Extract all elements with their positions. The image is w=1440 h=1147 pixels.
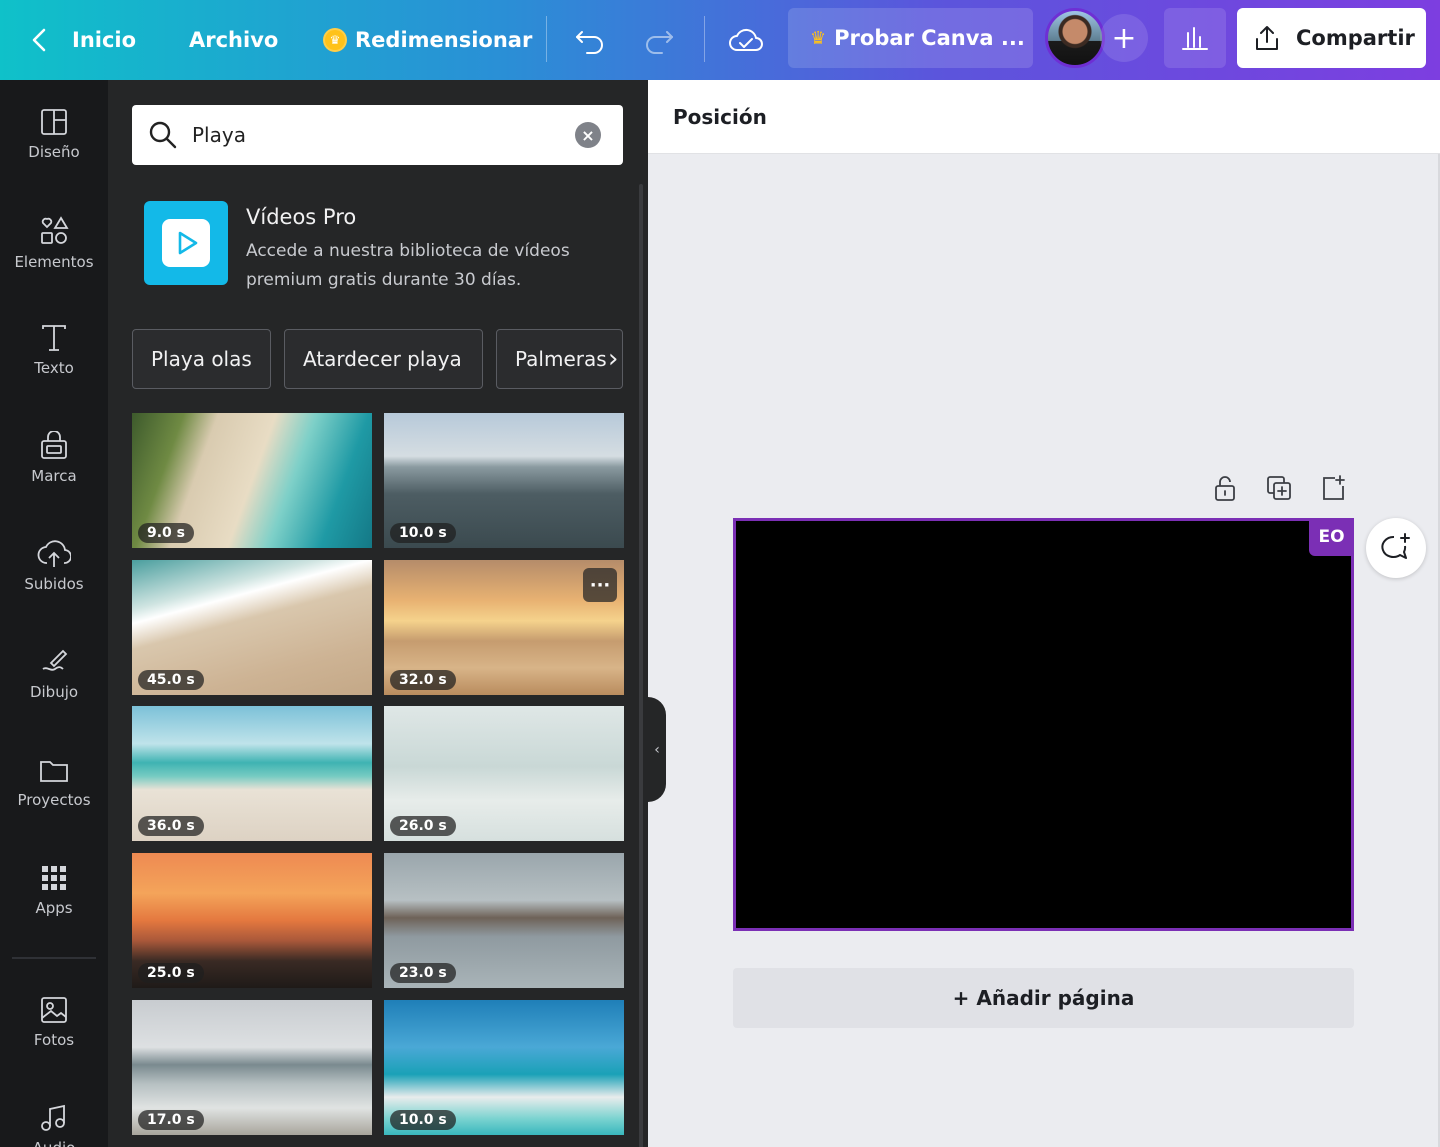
home-button[interactable]: Inicio (72, 0, 136, 80)
video-thumbnail[interactable]: 36.0 s (132, 706, 372, 841)
duration-badge: 32.0 s (390, 670, 456, 690)
duration-badge: 45.0 s (138, 670, 204, 690)
add-comment-icon[interactable] (1366, 518, 1426, 578)
crown-icon: ♛ (810, 27, 827, 49)
cloud-saved-icon[interactable] (728, 22, 764, 58)
left-nav-rail: Diseño Elementos Texto Marca Subidos Dib… (0, 80, 108, 1147)
promo-title[interactable]: Vídeos Pro (246, 205, 356, 229)
share-button[interactable]: Compartir (1237, 8, 1426, 68)
rail-item-apps[interactable]: Apps (0, 863, 108, 953)
resize-label: Redimensionar (355, 28, 533, 52)
design-canvas[interactable]: EO (733, 518, 1354, 931)
video-play-icon[interactable] (144, 201, 228, 285)
cloud-upload-icon (37, 540, 71, 567)
share-icon (1256, 26, 1278, 50)
rail-label: Proyectos (17, 791, 91, 809)
chip-palmeras[interactable]: Palmeras (496, 329, 623, 389)
divider (704, 16, 705, 62)
clear-search-icon[interactable]: × (575, 122, 601, 148)
resize-button[interactable]: ♛ Redimensionar (323, 0, 532, 80)
editor-workspace: Posición EO + Añadir página (648, 80, 1440, 1147)
layout-icon (41, 109, 67, 135)
duration-badge: 10.0 s (390, 523, 456, 543)
try-canva-pro-button[interactable]: ♛ Probar Canva ... (788, 8, 1033, 68)
add-page-button[interactable]: + Añadir página (733, 968, 1354, 1028)
rail-item-audio[interactable]: Audio (0, 1103, 108, 1147)
video-thumbnail[interactable]: 26.0 s (384, 706, 624, 841)
video-thumbnail[interactable]: 45.0 s (132, 560, 372, 695)
rail-item-elements[interactable]: Elementos (0, 215, 108, 305)
rail-label: Texto (34, 359, 74, 377)
lock-icon[interactable] (1210, 473, 1240, 503)
file-menu-button[interactable]: Archivo (189, 0, 278, 80)
rail-item-text[interactable]: Texto (0, 323, 108, 413)
video-thumbnail[interactable]: 17.0 s (132, 1000, 372, 1135)
rail-item-projects[interactable]: Proyectos (0, 755, 108, 845)
search-input[interactable] (192, 123, 552, 147)
folder-icon (40, 761, 68, 782)
duration-badge: 23.0 s (390, 963, 456, 983)
rail-item-brand[interactable]: Marca (0, 431, 108, 521)
redo-icon[interactable] (641, 22, 677, 58)
promo-description: Accede a nuestra biblioteca de vídeos pr… (246, 241, 570, 290)
search-icon (149, 121, 177, 149)
share-label: Compartir (1296, 26, 1415, 50)
crown-icon: ♛ (323, 28, 347, 52)
rail-label: Fotos (33, 1031, 75, 1049)
draw-icon (42, 649, 68, 671)
avatar[interactable] (1045, 8, 1105, 68)
rail-label: Marca (31, 467, 77, 485)
bar-chart-icon (1182, 27, 1208, 50)
top-bar: Inicio Archivo ♛ Redimensionar ♛ Probar … (0, 0, 1440, 80)
brand-icon (41, 431, 67, 459)
rail-label: Diseño (28, 143, 80, 161)
panel-scrollbar[interactable] (639, 184, 643, 1147)
position-button[interactable]: Posición (673, 105, 767, 129)
duration-badge: 10.0 s (390, 1110, 456, 1130)
duration-badge: 26.0 s (390, 816, 456, 836)
more-options-icon[interactable]: ··· (583, 568, 617, 602)
music-icon (41, 1104, 65, 1131)
chip-atardecer-playa[interactable]: Atardecer playa (284, 329, 483, 389)
video-thumbnail[interactable]: 9.0 s (132, 413, 372, 548)
video-thumbnail[interactable]: 10.0 s (384, 413, 624, 548)
collaborator-badge[interactable]: EO (1309, 518, 1354, 556)
chevron-left-icon[interactable] (30, 0, 48, 80)
insights-button[interactable] (1164, 8, 1226, 68)
image-icon (41, 997, 67, 1023)
rail-label: Audio (33, 1139, 76, 1147)
add-page-icon[interactable] (1318, 473, 1348, 503)
rail-label: Apps (35, 899, 73, 917)
videos-panel: × Vídeos Pro Accede a nuestra biblioteca… (108, 80, 648, 1147)
rail-item-uploads[interactable]: Subidos (0, 539, 108, 629)
video-thumbnail[interactable]: 23.0 s (384, 853, 624, 988)
rail-item-design[interactable]: Diseño (0, 107, 108, 197)
search-box: × (132, 105, 623, 165)
editor-toolbar: Posición (648, 80, 1440, 154)
chip-playa-olas[interactable]: Playa olas (132, 329, 271, 389)
video-thumbnail[interactable]: 10.0 s (384, 1000, 624, 1135)
duration-badge: 17.0 s (138, 1110, 204, 1130)
undo-icon[interactable] (572, 22, 608, 58)
rail-item-draw[interactable]: Dibujo (0, 647, 108, 737)
chevron-right-icon[interactable]: › (608, 344, 618, 374)
duplicate-page-icon[interactable] (1264, 473, 1294, 503)
collapse-panel-icon[interactable]: ‹ (648, 697, 666, 802)
divider (546, 16, 547, 62)
rail-label: Subidos (24, 575, 84, 593)
rail-label: Elementos (14, 253, 94, 271)
add-collaborator-button[interactable]: + (1100, 14, 1148, 62)
rail-label: Dibujo (29, 683, 79, 701)
duration-badge: 25.0 s (138, 963, 204, 983)
try-canva-label: Probar Canva ... (834, 26, 1025, 50)
duration-badge: 9.0 s (138, 523, 195, 543)
grid-icon (42, 866, 66, 890)
shapes-icon (41, 216, 69, 244)
divider (12, 957, 96, 959)
rail-item-photos[interactable]: Fotos (0, 995, 108, 1085)
video-thumbnail[interactable]: 25.0 s (132, 853, 372, 988)
video-thumbnail[interactable]: ··· 32.0 s (384, 560, 624, 695)
duration-badge: 36.0 s (138, 816, 204, 836)
text-icon (42, 325, 66, 351)
